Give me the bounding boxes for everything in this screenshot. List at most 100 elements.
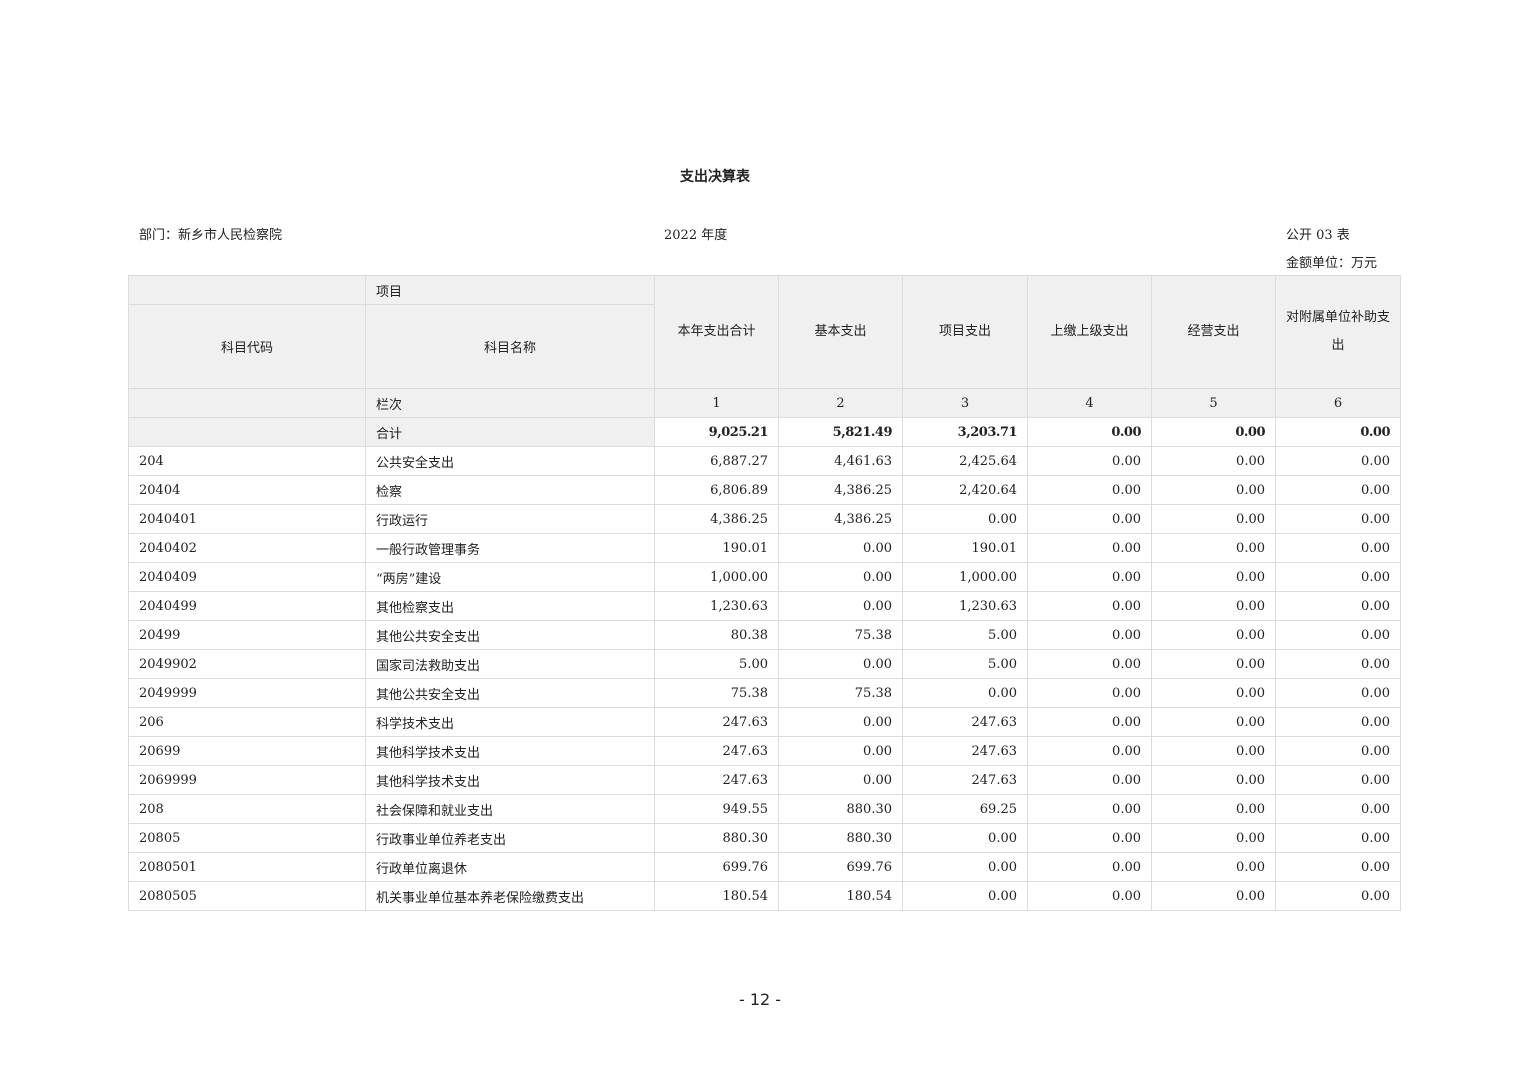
amount-cell: 0.00: [1275, 446, 1401, 476]
amount-cell: 190.01: [902, 533, 1028, 563]
amount-cell: 0.00: [1027, 707, 1152, 737]
subject-code: 2080505: [128, 881, 366, 911]
amount-cell: 0.00: [1275, 736, 1401, 766]
amount-cell: 0.00: [1151, 881, 1276, 911]
amount-cell: 0.00: [778, 765, 903, 795]
column-number-1: 1: [654, 388, 779, 418]
total-value: 0.00: [1027, 417, 1152, 447]
amount-cell: 0.00: [1027, 765, 1152, 795]
amount-cell: 0.00: [1151, 736, 1276, 766]
table-row: 20699 其他科学技术支出 247.63 0.00 247.63 0.00 0.00 0.0…: [128, 736, 1401, 766]
amount-cell: 880.30: [654, 823, 779, 853]
amount-cell: 0.00: [1275, 794, 1401, 824]
subject-name: 机关事业单位基本养老保险缴费支出: [365, 881, 655, 911]
amount-cell: 6,806.89: [654, 475, 779, 505]
subject-name: 检察: [365, 475, 655, 505]
subject-name: 其他科学技术支出: [365, 736, 655, 766]
amount-cell: 0.00: [1151, 475, 1276, 505]
amount-cell: 190.01: [654, 533, 779, 563]
amount-cell: 0.00: [1027, 591, 1152, 621]
department-label: 部门：新乡市人民检察院: [139, 228, 283, 243]
table-row: 204 公共安全支出 6,887.27 4,461.63 2,425.64 0.00 0.0…: [128, 446, 1401, 476]
table-row: 20499 其他公共安全支出 80.38 75.38 5.00 0.00 0.00 0.00: [128, 620, 1401, 650]
amount-cell: 699.76: [654, 852, 779, 882]
amount-cell: 880.30: [778, 823, 903, 853]
subject-code: 208: [128, 794, 366, 824]
amount-cell: 0.00: [1275, 504, 1401, 534]
subject-name: 社会保障和就业支出: [365, 794, 655, 824]
amount-cell: 0.00: [1275, 591, 1401, 621]
amount-cell: 0.00: [1027, 881, 1152, 911]
header-name: 科目名称: [365, 304, 655, 389]
amount-cell: 0.00: [1027, 649, 1152, 679]
amount-cell: 0.00: [1275, 765, 1401, 795]
form-code: 公开 03 表: [1286, 228, 1350, 243]
fiscal-year: 2022 年度: [664, 228, 728, 243]
amount-cell: 247.63: [654, 736, 779, 766]
table-row: 2080505 机关事业单位基本养老保险缴费支出 180.54 180.54 0.00 0…: [128, 881, 1401, 911]
subject-code: 2040402: [128, 533, 366, 563]
amount-cell: 0.00: [1151, 562, 1276, 592]
column-number-3: 3: [902, 388, 1028, 418]
amount-cell: 0.00: [1275, 823, 1401, 853]
header-col-5: 经营支出: [1151, 275, 1276, 389]
amount-cell: 0.00: [1151, 533, 1276, 563]
amount-cell: 0.00: [778, 562, 903, 592]
amount-cell: 75.38: [778, 678, 903, 708]
amount-cell: 180.54: [654, 881, 779, 911]
amount-cell: 0.00: [778, 591, 903, 621]
amount-cell: 0.00: [1151, 446, 1276, 476]
subject-code: 20805: [128, 823, 366, 853]
amount-cell: 0.00: [1275, 852, 1401, 882]
subject-name: 行政事业单位养老支出: [365, 823, 655, 853]
header-col-6: 对附属单位补助支出: [1275, 275, 1401, 389]
table-row: 2040402 一般行政管理事务 190.01 0.00 190.01 0.00 0.00 0…: [128, 533, 1401, 563]
amount-cell: 0.00: [1275, 707, 1401, 737]
amount-cell: 0.00: [1151, 591, 1276, 621]
table-row: 2080501 行政单位离退休 699.76 699.76 0.00 0.00 0.00 0.…: [128, 852, 1401, 882]
amount-cell: 247.63: [902, 736, 1028, 766]
subject-code: 2040401: [128, 504, 366, 534]
header-col-3: 项目支出: [902, 275, 1028, 389]
subject-name: 其他科学技术支出: [365, 765, 655, 795]
table-row: 20805 行政事业单位养老支出 880.30 880.30 0.00 0.00 0.00 0…: [128, 823, 1401, 853]
amount-cell: 0.00: [902, 678, 1028, 708]
header-item: 项目: [365, 275, 655, 305]
total-label: 合计: [365, 417, 655, 447]
amount-cell: 4,386.25: [778, 504, 903, 534]
amount-cell: 247.63: [902, 765, 1028, 795]
subject-code: 2080501: [128, 852, 366, 882]
amount-cell: 0.00: [1275, 533, 1401, 563]
subject-name: 行政单位离退休: [365, 852, 655, 882]
amount-cell: 0.00: [1151, 504, 1276, 534]
amount-cell: 4,386.25: [654, 504, 779, 534]
amount-cell: 0.00: [1027, 736, 1152, 766]
amount-cell: 0.00: [1275, 678, 1401, 708]
amount-cell: 0.00: [1027, 504, 1152, 534]
table-row: 2049999 其他公共安全支出 75.38 75.38 0.00 0.00 0.00 0.0…: [128, 678, 1401, 708]
total-value: 9,025.21: [654, 417, 779, 447]
amount-cell: 0.00: [1275, 649, 1401, 679]
header-col-1: 本年支出合计: [654, 275, 779, 389]
amount-cell: 0.00: [1151, 707, 1276, 737]
amount-cell: 0.00: [902, 852, 1028, 882]
amount-cell: 0.00: [1275, 475, 1401, 505]
column-number-2: 2: [778, 388, 903, 418]
subject-name: 其他公共安全支出: [365, 678, 655, 708]
amount-cell: 69.25: [902, 794, 1028, 824]
subject-name: 行政运行: [365, 504, 655, 534]
subject-name: 科学技术支出: [365, 707, 655, 737]
table-row: 2069999 其他科学技术支出 247.63 0.00 247.63 0.00 0.00 0…: [128, 765, 1401, 795]
amount-cell: 0.00: [778, 736, 903, 766]
subject-code: 2049999: [128, 678, 366, 708]
amount-cell: 6,887.27: [654, 446, 779, 476]
amount-cell: 4,461.63: [778, 446, 903, 476]
table-row: 20404 检察 6,806.89 4,386.25 2,420.64 0.00 0.00 0…: [128, 475, 1401, 505]
header-row-item: 项目 本年支出合计 基本支出 项目支出 上缴上级支出 经营支出 对附属单位补助支…: [128, 275, 1401, 389]
header-row-column-numbers: 栏次 1 2 3 4 5 6: [128, 388, 1401, 418]
subject-code: 20699: [128, 736, 366, 766]
header-col-4: 上缴上级支出: [1027, 275, 1152, 389]
subject-code: 206: [128, 707, 366, 737]
subject-code: 2069999: [128, 765, 366, 795]
amount-cell: 0.00: [1151, 649, 1276, 679]
